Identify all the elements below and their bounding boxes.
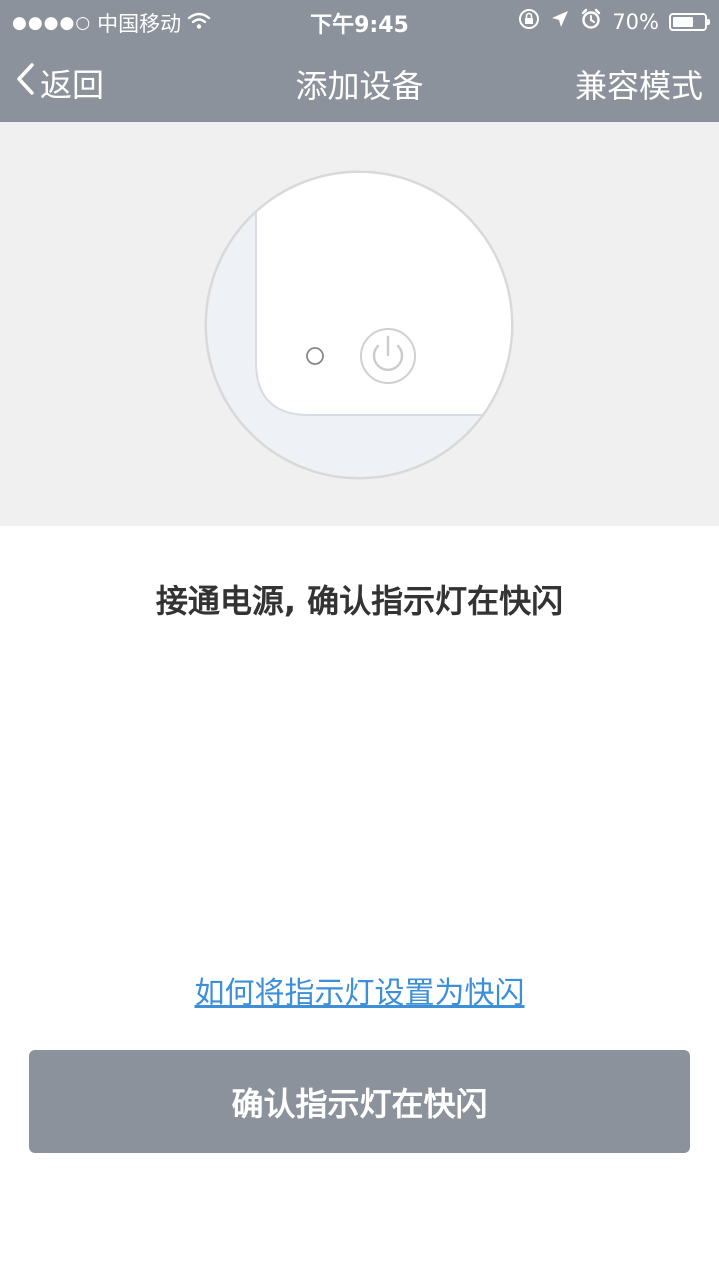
status-bar: ●●●●○ 中国移动 下午9:45 70% xyxy=(0,0,719,40)
help-link[interactable]: 如何将指示灯设置为快闪 xyxy=(0,968,719,1012)
nav-bar: 返回 添加设备 兼容模式 xyxy=(0,40,719,122)
battery-percent: 70% xyxy=(612,9,659,34)
battery-fill xyxy=(673,16,694,27)
compat-mode-button[interactable]: 兼容模式 xyxy=(575,61,703,107)
orientation-lock-icon xyxy=(518,8,540,35)
device-illustration xyxy=(204,170,514,480)
top-bar: ●●●●○ 中国移动 下午9:45 70% 返回 添加设备 兼容模式 xyxy=(0,0,719,122)
battery-icon xyxy=(669,12,710,31)
indicator-light-icon xyxy=(306,347,324,365)
power-icon xyxy=(360,328,416,384)
confirm-button[interactable]: 确认指示灯在快闪 xyxy=(29,1050,690,1153)
instruction-text: 接通电源, 确认指示灯在快闪 xyxy=(155,582,564,620)
status-right: 70% xyxy=(518,8,710,35)
location-arrow-icon xyxy=(550,9,570,34)
alarm-clock-icon xyxy=(580,8,602,35)
device-illustration-area xyxy=(0,122,719,526)
